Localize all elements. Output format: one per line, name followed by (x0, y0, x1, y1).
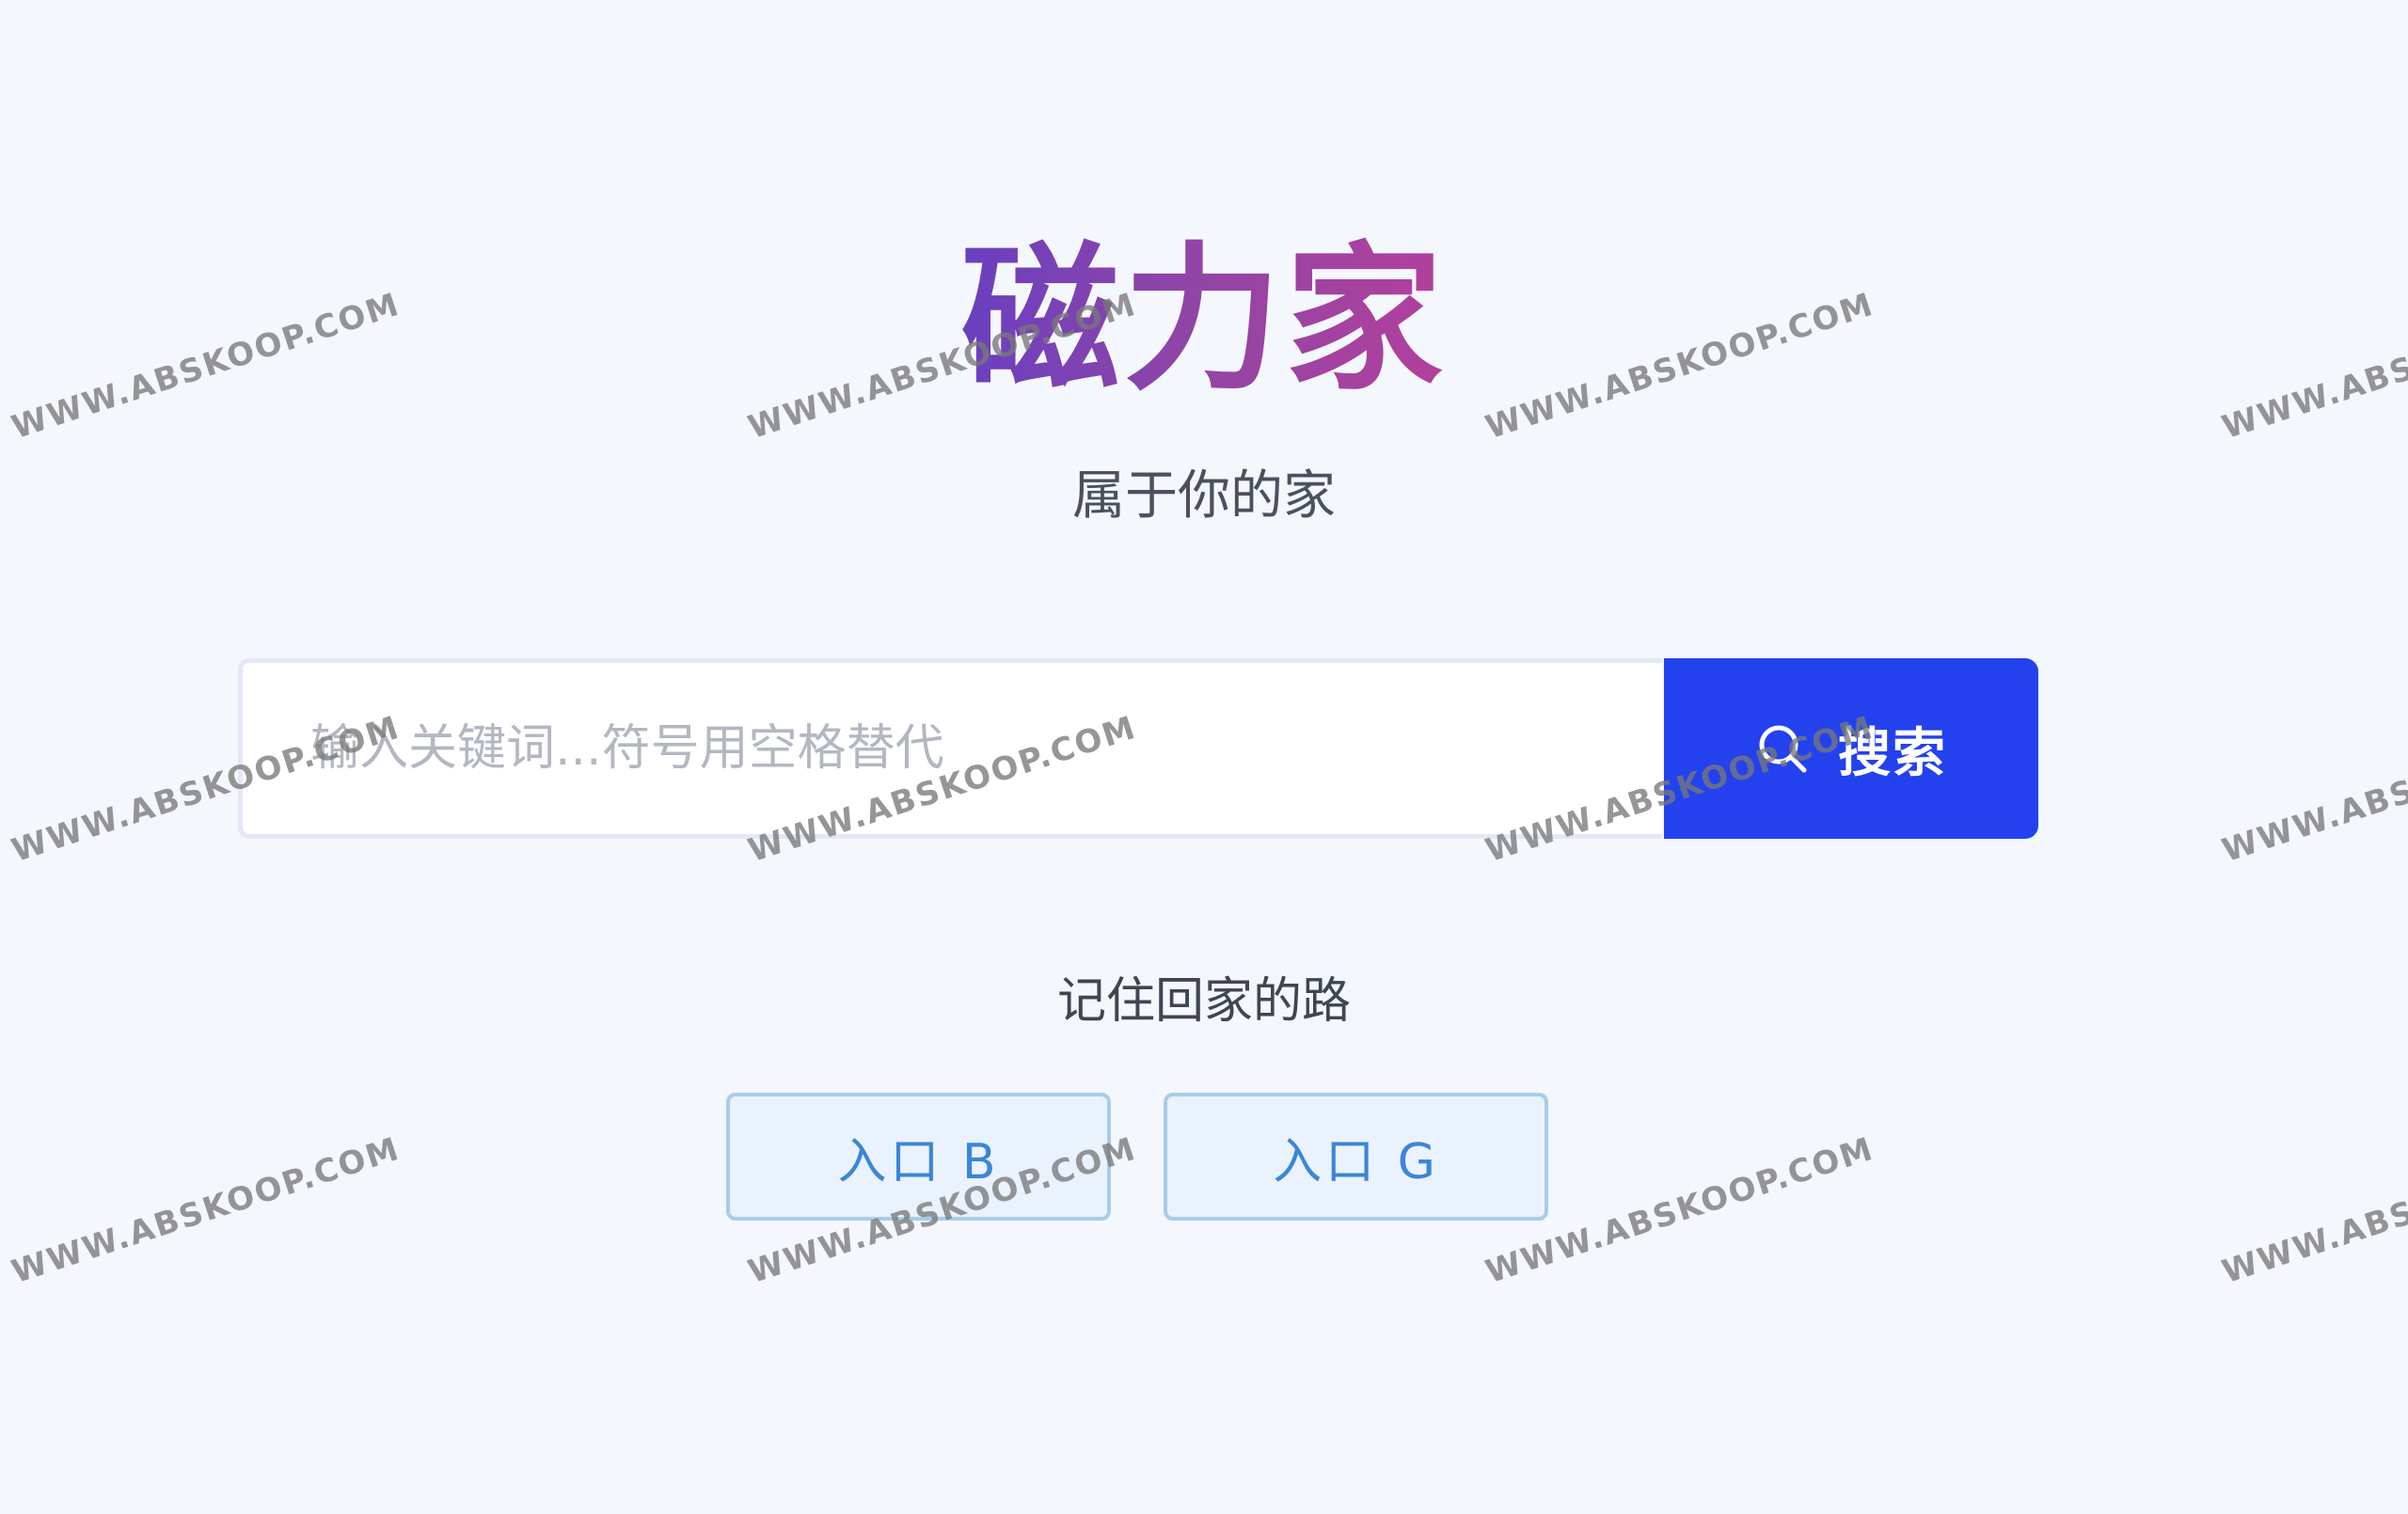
watermark: WWW.ABSKOOP.COM (2217, 1129, 2408, 1291)
logo-text: 磁力家 (961, 228, 1447, 412)
site-subtitle: 属于你的家 (1072, 465, 1336, 527)
search-button-label: 搜索 (1838, 722, 1947, 784)
watermark: WWW.ABSKOOP.COM (7, 1129, 405, 1291)
search-button[interactable]: 搜索 (1664, 658, 2038, 839)
entry-g-button[interactable]: 入口 G (1164, 1093, 1548, 1221)
entries-title: 记住回家的路 (1056, 973, 1351, 1030)
search-input[interactable] (238, 658, 1662, 839)
entry-b-button[interactable]: 入口 B (726, 1093, 1111, 1221)
search-bar: 搜索 (238, 658, 2038, 839)
entry-b-label: 入口 B (837, 1133, 1000, 1191)
search-icon (1755, 721, 1810, 776)
site-logo: 磁力家 (0, 230, 2408, 409)
page: 磁力家 属于你的家 搜索 记住回家的路 入口 B 入口 G WWW.ABSKOO… (0, 0, 2408, 1514)
watermark: WWW.ABSKOOP.COM (2217, 708, 2408, 870)
entry-g-label: 入口 G (1273, 1133, 1439, 1191)
